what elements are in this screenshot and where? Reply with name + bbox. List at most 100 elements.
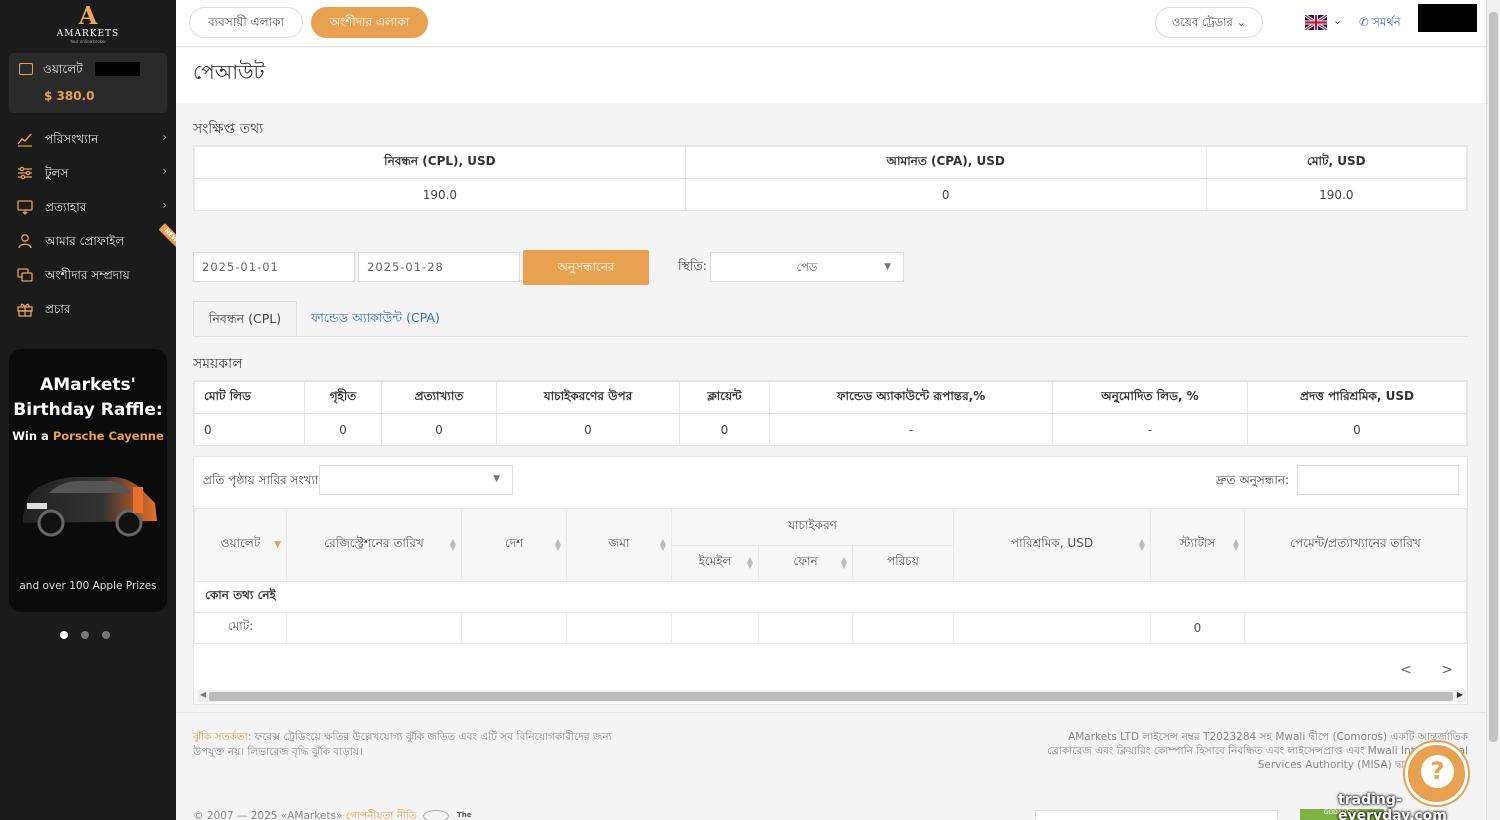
rows-per-page-label: প্রতি পৃষ্ঠায় সারির সংখ্যা [203, 473, 319, 487]
sidebar-item-label: টুলস [45, 166, 69, 180]
chevron-right-icon: › [162, 130, 167, 144]
business-area-button[interactable]: ব্যবসায়ী এলাকা [189, 7, 303, 38]
col-header-phone[interactable]: ফোন ▲ ▼ [758, 544, 853, 582]
quick-search-input[interactable] [1297, 465, 1459, 495]
support-link[interactable]: ✆ সমর্থন [1359, 14, 1401, 33]
sidebar-item-label: প্রচার [45, 302, 71, 316]
date-to-input[interactable]: 2025-01-28 [358, 252, 520, 282]
web-trader-label: ওয়েব ট্রেডার [1171, 15, 1233, 29]
scrollbar-thumb[interactable] [1489, 12, 1498, 742]
wallet-icon [19, 63, 33, 75]
col-label: পারিশ্রমিক, USD [1010, 536, 1094, 550]
sidebar-item-profile[interactable]: আমার প্রোফাইল [0, 226, 176, 256]
pager-next-button[interactable]: > [1441, 662, 1453, 678]
sort-icon: ▲ ▼ [1232, 537, 1239, 552]
web-trader-dropdown[interactable]: ওয়েব ট্রেডার ⌄ [1155, 7, 1263, 38]
promo-banner[interactable]: AMarkets' Birthday Raffle: Win a Porsche… [9, 349, 167, 612]
tab-cpa[interactable]: ফান্ডেড অ্যাকাউন্ট (CPA) [303, 301, 448, 336]
col-label: জমা [608, 536, 630, 550]
sidebar-item-label: আমার প্রোফাইল [45, 234, 125, 248]
sidebar-item-label: পরিসংখ্যান [45, 132, 99, 146]
wallet-card[interactable]: ওয়ালেট $ 380.0 [9, 53, 167, 113]
total-cell [671, 612, 759, 644]
license-info: AMarkets LTD লাইসেন্স নম্বর T2023284 সহ … [1047, 731, 1468, 771]
support-label: সমর্থন [1372, 15, 1401, 29]
footer: ঝুঁকি সতর্কতা: ফরেক্স ট্রেডিংয়ে ক্ষতির … [176, 712, 1486, 820]
community-icon [17, 267, 33, 283]
logo-name: AMARKETS [56, 29, 120, 39]
page-scrollbar[interactable] [1486, 0, 1500, 820]
sidebar-item-withdrawal[interactable]: প্রত্যাহার › [0, 192, 176, 222]
partner-area-button[interactable]: অংশীদার এলাকা [311, 7, 428, 38]
sidebar-item-promotion[interactable]: প্রচার [0, 294, 176, 324]
col-label: ইমেইল [698, 554, 732, 569]
carousel-dot[interactable] [81, 631, 89, 639]
summary-value: 0 [684, 178, 1207, 211]
col-header-reg-date[interactable]: রেজিস্ট্রেশনের তারিখ ▲ ▼ [286, 508, 462, 582]
col-header-reward[interactable]: পারিশ্রমিক, USD ▲ ▼ [953, 508, 1151, 582]
period-header: অনুমোদিত লিড, % [1052, 381, 1248, 414]
withdraw-icon [17, 199, 33, 215]
period-header: প্রদত্ত পারিশ্রমিক, USD [1247, 381, 1467, 414]
chart-icon [17, 131, 33, 147]
tab-cpl[interactable]: নিবন্ধন (CPL) [193, 301, 297, 336]
pager: < > [1375, 662, 1453, 678]
uk-flag-icon[interactable] [1305, 15, 1327, 30]
wallet-id-redacted [95, 62, 140, 76]
privacy-policy-link[interactable]: গোপনীয়তা নীতি [346, 810, 417, 820]
period-value: 0 [1247, 413, 1467, 446]
col-label: ওয়ালেট [220, 536, 261, 550]
date-from-input[interactable]: 2025-01-01 [193, 252, 355, 282]
carousel-dot[interactable] [102, 631, 110, 639]
rows-per-page-select[interactable]: ▼ [319, 465, 513, 495]
col-header-country[interactable]: দেশ ▲ ▼ [461, 508, 567, 582]
status-select[interactable]: পেড ▼ [710, 252, 904, 282]
copyright: © 2007 — 2025 «AMarkets» গোপনীয়তা নীতি [193, 809, 417, 820]
scroll-left-icon[interactable]: ◀ [200, 690, 206, 699]
col-header-deposit[interactable]: জমা ▲ ▼ [566, 508, 672, 582]
period-table: মোট লিড গৃহীত প্রত্যাখ্যাত যাচাইকরণের উপ… [193, 380, 1468, 446]
sidebar-item-partner-community[interactable]: অংশীদার সম্প্রদায় [0, 260, 176, 290]
horizontal-scrollbar[interactable]: ◀ ▶ [197, 690, 1466, 702]
quick-search-label: দ্রুত অনুসন্ধান: [1216, 473, 1290, 487]
promo-subtitle-highlight: Porsche Cayenne [52, 429, 164, 443]
period-header: যাচাইকরণের উপর [496, 381, 680, 414]
summary-title: সংক্ষিপ্ত তথ্য [193, 121, 264, 137]
user-icon [17, 233, 33, 249]
col-header-identity[interactable]: পরিচয় [852, 544, 954, 582]
scroll-right-icon[interactable]: ▶ [1457, 690, 1463, 699]
copyright-text: © 2007 — 2025 «AMarkets» [193, 810, 343, 820]
sidebar-item-label: অংশীদার সম্প্রদায় [45, 268, 130, 282]
col-header-status[interactable]: স্ট্যাটাস ▲ ▼ [1150, 508, 1245, 582]
promo-title: AMarkets' Birthday Raffle: [13, 375, 163, 420]
car-image [23, 477, 157, 537]
sort-icon: ▲ ▼ [746, 555, 753, 571]
period-title: সময়কাল [193, 356, 243, 372]
summary-table: নিবন্ধন (CPL), USD আমানত (CPA), USD মোট,… [193, 145, 1468, 211]
col-header-wallet[interactable]: ওয়ালেট ▼ [194, 508, 287, 582]
footer-input[interactable] [1035, 810, 1278, 820]
scrollbar-thumb[interactable] [209, 692, 1453, 701]
col-header-pay-date[interactable]: পেমেন্ট/প্রত্যাখ্যানের তারিখ [1244, 508, 1467, 582]
search-button[interactable]: অনুসন্ধানের [523, 250, 649, 285]
logo-tagline: Your online broker [69, 39, 107, 44]
chevron-down-icon[interactable]: ⌄ [1333, 14, 1342, 27]
caret-down-icon: ▼ [493, 474, 500, 484]
total-cell [953, 612, 1151, 644]
logo-mark: A [78, 1, 98, 30]
carousel-dot[interactable] [60, 631, 68, 639]
period-value: - [1052, 413, 1248, 446]
sidebar-item-statistics[interactable]: পরিসংখ্যান › [0, 124, 176, 154]
pager-prev-button[interactable]: < [1400, 662, 1412, 678]
summary-header: আমানত (CPA), USD [684, 146, 1207, 179]
col-header-email[interactable]: ইমেইল ▲ ▼ [671, 544, 759, 582]
user-menu-redacted[interactable] [1418, 4, 1477, 32]
promo-subtitle-prefix: Win a [12, 429, 49, 443]
sort-icon: ▲ ▼ [659, 537, 666, 552]
chevron-right-icon: › [162, 198, 167, 212]
sidebar-item-tools[interactable]: টুলস › [0, 158, 176, 188]
amarkets-logo[interactable]: A AMARKETS Your online broker [0, 1, 176, 45]
summary-value: 190.0 [1205, 178, 1468, 211]
period-header: মোট লিড [194, 381, 305, 414]
total-label: মোট: [194, 612, 287, 644]
